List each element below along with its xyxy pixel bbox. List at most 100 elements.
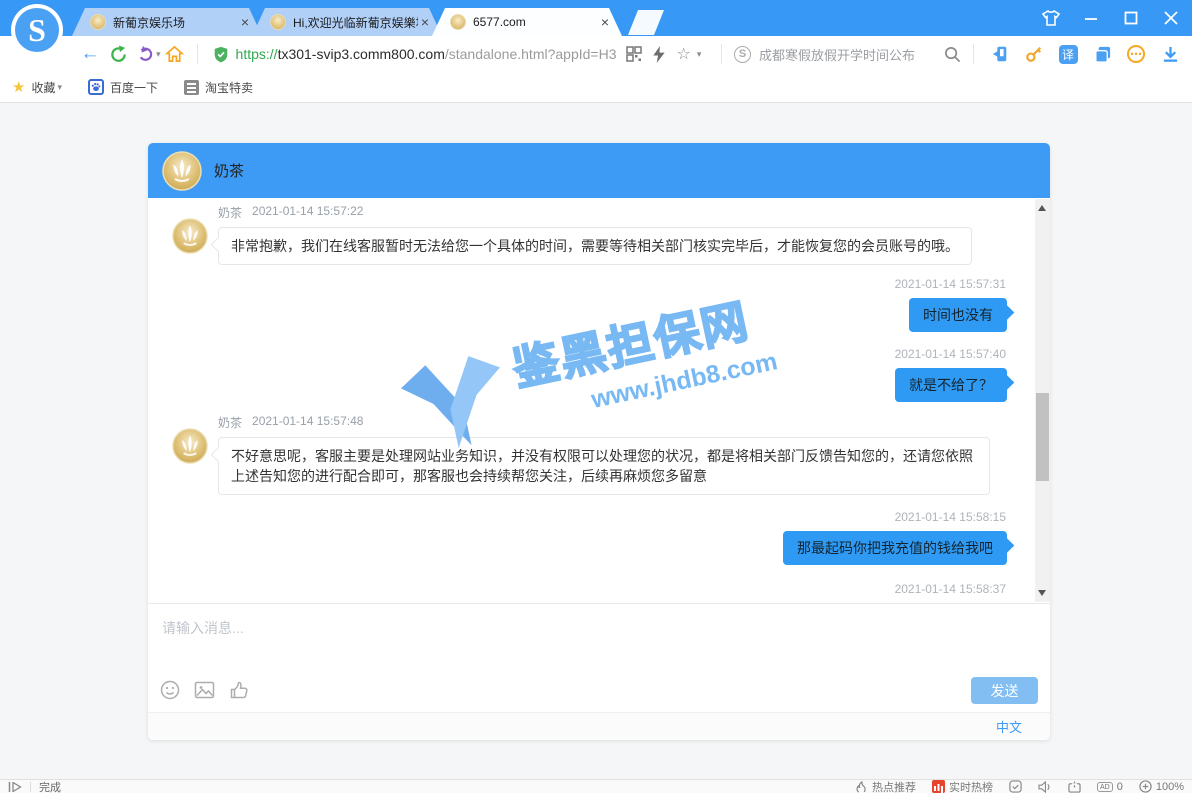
baidu-paw-icon — [88, 79, 104, 95]
search-icon[interactable] — [944, 46, 961, 63]
scrollbar-thumb[interactable] — [1036, 393, 1049, 481]
sidebar-toggle-icon[interactable] — [8, 782, 22, 792]
url-path: /standalone.html?appId=H3 — [445, 46, 617, 62]
download-manager-button[interactable] — [1068, 781, 1081, 793]
message-bubble: 那最起码你把我充值的钱给我吧 — [783, 531, 1007, 565]
message-timestamp: 2021-01-14 15:57:48 — [252, 414, 363, 431]
agent-message: 奶茶 2021-01-14 15:57:48 不好意思呢，客服主要是处理网站业务… — [172, 414, 1010, 495]
message-input[interactable] — [148, 604, 1050, 656]
message-meta: 奶茶 2021-01-14 15:57:22 — [218, 204, 1010, 221]
search-engine-icon: S — [734, 46, 751, 63]
message-meta: 奶茶 2021-01-14 15:57:48 — [218, 414, 1010, 431]
browser-window: S 新葡京娱乐场 × Hi,欢迎光临新葡京娱樂場 × 6577.com × — [0, 0, 1192, 793]
message-timestamp: 2021-01-14 15:57:31 — [172, 277, 1010, 291]
search-box[interactable]: S 成都寒假放假开学时间公布 — [730, 39, 965, 69]
scroll-down-icon[interactable] — [1038, 590, 1046, 596]
address-bar-icons: ☆ ▾ — [626, 44, 701, 64]
tab-label: Hi,欢迎光临新葡京娱樂場 — [293, 14, 418, 31]
address-bar[interactable]: https://tx301-svip3.comm800.com/standalo… — [206, 39, 713, 69]
tab-welcome[interactable]: Hi,欢迎光临新葡京娱樂場 × — [252, 8, 442, 36]
scroll-up-icon[interactable] — [1038, 205, 1046, 211]
send-button[interactable]: 发送 — [971, 677, 1038, 704]
address-dropdown-icon[interactable]: ▾ — [697, 49, 702, 60]
ad-badge-icon: AD — [1097, 782, 1113, 792]
user-message: 2021-01-14 15:57:40 就是不给了？ — [172, 347, 1010, 402]
favorites-menu[interactable]: ★ 收藏 ▾ — [12, 78, 62, 96]
bookmark-taobao[interactable]: 淘宝特卖 — [184, 79, 253, 96]
send-to-phone-icon[interactable] — [986, 40, 1014, 68]
message-timestamp: 2021-01-14 15:58:15 — [172, 510, 1010, 524]
download-box-icon — [1068, 781, 1081, 793]
tab-label: 新葡京娱乐场 — [113, 14, 238, 31]
hot-list-button[interactable]: 实时热榜 — [932, 779, 993, 793]
maximize-button[interactable] — [1118, 5, 1144, 31]
chat-input-area: 发送 — [148, 603, 1050, 712]
tab-strip: 新葡京娱乐场 × Hi,欢迎光临新葡京娱樂場 × 6577.com × — [72, 8, 664, 36]
bookmark-star-icon: ★ — [12, 78, 25, 96]
bookmark-baidu[interactable]: 百度一下 — [88, 79, 158, 96]
chat-message-list: 奶茶 2021-01-14 15:57:22 非常抱歉，我们在线客服暂时无法给您… — [148, 198, 1050, 603]
zoom-control[interactable]: 100% — [1139, 780, 1184, 793]
agent-avatar — [162, 151, 202, 191]
chat-agent-name: 奶茶 — [214, 160, 244, 181]
language-link[interactable]: 中文 — [996, 717, 1022, 736]
chat-header: 奶茶 — [148, 143, 1050, 198]
url-scheme: https:// — [236, 46, 278, 62]
message-sender: 奶茶 — [218, 414, 242, 431]
skin-theme-icon[interactable] — [1038, 5, 1064, 31]
hot-recommend-button[interactable]: 热点推荐 — [855, 779, 916, 793]
close-button[interactable] — [1158, 5, 1184, 31]
toolbar-extensions: 译 ⋯ — [986, 40, 1184, 68]
more-menu-icon[interactable]: ⋯ — [1122, 40, 1150, 68]
tab-close-icon[interactable]: × — [238, 15, 252, 29]
clipboard-pages-icon[interactable] — [1088, 40, 1116, 68]
user-message: 2021-01-14 15:58:15 那最起码你把我充值的钱给我吧 — [172, 510, 1010, 565]
message-bubble: 就是不给了？ — [895, 368, 1007, 402]
translate-icon[interactable]: 译 — [1054, 40, 1082, 68]
ad-block-counter[interactable]: AD 0 — [1097, 781, 1123, 793]
minimize-button[interactable] — [1078, 5, 1104, 31]
list-icon — [184, 80, 199, 95]
sound-button[interactable] — [1038, 781, 1052, 793]
download-icon[interactable] — [1156, 40, 1184, 68]
refresh-icon[interactable] — [104, 40, 132, 68]
zoom-plus-icon — [1139, 780, 1152, 793]
search-suggestion-text[interactable]: 成都寒假放假开学时间公布 — [759, 45, 944, 64]
qr-code-icon[interactable] — [626, 46, 642, 62]
check-icon — [1009, 780, 1022, 793]
bookmarks-bar: ★ 收藏 ▾ 百度一下 淘宝特卖 — [0, 72, 1192, 103]
tab-close-icon[interactable]: × — [418, 15, 432, 29]
favorite-star-icon[interactable]: ☆ — [676, 44, 690, 64]
site-favicon-icon — [450, 14, 466, 30]
chat-footer: 中文 — [148, 712, 1050, 739]
browser-logo-icon[interactable]: S — [10, 3, 64, 57]
agent-message: 奶茶 2021-01-14 15:57:22 非常抱歉，我们在线客服暂时无法给您… — [172, 204, 1010, 265]
chat-widget: 奶茶 奶茶 2021-01-14 15:57:22 非常抱歉，我们在线客服暂时无… — [148, 143, 1050, 740]
tab-close-icon[interactable]: × — [598, 15, 612, 29]
divider — [721, 44, 722, 64]
security-shield-icon — [212, 45, 230, 64]
message-timestamp: 2021-01-14 15:57:22 — [252, 204, 363, 221]
emoji-icon[interactable] — [160, 680, 180, 700]
agent-avatar — [172, 218, 208, 259]
page-check-button[interactable] — [1009, 780, 1022, 793]
password-key-icon[interactable] — [1020, 40, 1048, 68]
home-icon[interactable] — [161, 40, 189, 68]
new-tab-button[interactable] — [628, 10, 664, 35]
titlebar: S 新葡京娱乐场 × Hi,欢迎光临新葡京娱樂場 × 6577.com × — [0, 0, 1192, 36]
page-load-status: 完成 — [39, 779, 61, 793]
url-host: tx301-svip3.comm800.com — [278, 46, 445, 62]
lightning-icon[interactable] — [652, 46, 666, 63]
site-favicon-icon — [270, 14, 286, 30]
url-text[interactable]: https://tx301-svip3.comm800.com/standalo… — [236, 46, 617, 62]
tab-6577-active[interactable]: 6577.com × — [432, 8, 622, 36]
hot-list-chart-icon — [932, 780, 945, 793]
chat-scrollbar[interactable] — [1035, 199, 1050, 602]
favorites-dropdown-icon: ▾ — [57, 82, 62, 93]
back-icon[interactable]: ← — [76, 40, 104, 68]
image-upload-icon[interactable] — [194, 680, 215, 700]
logo-s-glyph: S — [28, 12, 46, 48]
navigation-toolbar: ← ▾ https://tx301-svip3.comm800.com/stan… — [0, 36, 1192, 72]
tab-xinpujing[interactable]: 新葡京娱乐场 × — [72, 8, 262, 36]
thumbs-up-icon[interactable] — [229, 680, 249, 700]
